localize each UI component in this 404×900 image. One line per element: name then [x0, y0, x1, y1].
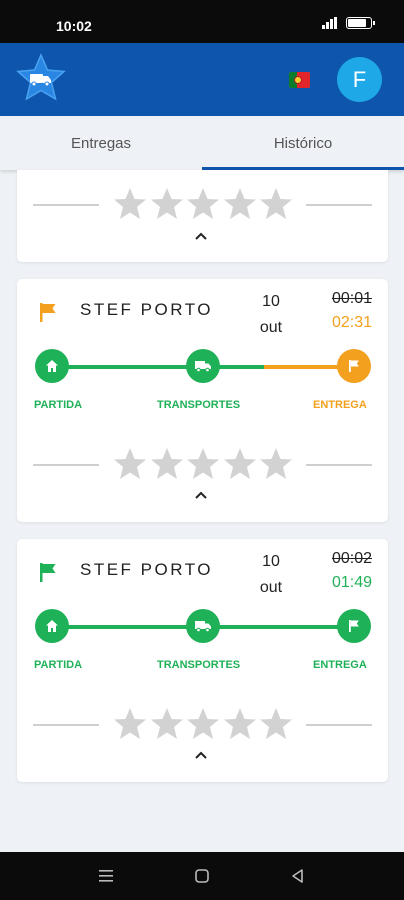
step-label-partida: PARTIDA — [34, 659, 83, 671]
step-transportes-node — [186, 349, 220, 383]
star-icon[interactable] — [186, 707, 220, 741]
rating-row — [33, 447, 372, 481]
menu-icon[interactable] — [96, 866, 116, 886]
star-icon[interactable] — [223, 707, 257, 741]
home-icon — [46, 360, 58, 372]
star-icon[interactable] — [113, 187, 147, 221]
status-time: 10:02 — [56, 18, 92, 34]
client-name: STEF PORTO — [80, 560, 214, 579]
date-month: out — [259, 579, 283, 596]
step-label-entrega: ENTREGA — [313, 659, 367, 671]
chevron-up-icon[interactable] — [192, 489, 210, 501]
delivery-date: 10 out — [249, 289, 293, 341]
system-nav-bar — [0, 852, 404, 900]
divider — [306, 724, 372, 726]
delivery-card[interactable]: STEF PORTO 10 out 00:01 02:31 PARTIDA TR… — [17, 279, 388, 522]
truck-icon — [195, 361, 211, 373]
flag-icon — [349, 620, 359, 632]
chevron-up-icon[interactable] — [192, 749, 210, 761]
step-partida-node — [35, 349, 69, 383]
progress-segment — [52, 365, 204, 369]
step-entrega-node — [337, 349, 371, 383]
star-icon[interactable] — [113, 707, 147, 741]
home-square-icon[interactable] — [192, 866, 212, 886]
flag-icon — [349, 360, 359, 372]
date-day: 10 — [262, 293, 280, 310]
divider — [33, 204, 99, 206]
star-icon[interactable] — [223, 187, 257, 221]
star-rating[interactable] — [113, 187, 293, 221]
step-label-transportes: TRANSPORTES — [157, 659, 241, 671]
flag-icon — [40, 303, 56, 322]
client-name: STEF PORTO — [80, 300, 214, 319]
progress-track — [35, 609, 371, 645]
step-entrega-node — [337, 609, 371, 643]
star-icon[interactable] — [150, 707, 184, 741]
delivery-card[interactable]: STEF PORTO 10 out 00:02 01:49 PARTIDA TR… — [17, 539, 388, 782]
scheduled-time: 00:02 — [331, 550, 372, 567]
flag-icon — [40, 563, 56, 582]
divider — [33, 724, 99, 726]
truck-icon — [195, 621, 211, 633]
status-icons — [322, 17, 375, 29]
tab-historico[interactable]: Histórico — [202, 116, 404, 170]
star-icon[interactable] — [259, 707, 293, 741]
star-icon[interactable] — [150, 187, 184, 221]
back-triangle-icon[interactable] — [288, 866, 308, 886]
step-label-partida: PARTIDA — [34, 399, 83, 411]
step-label-transportes: TRANSPORTES — [157, 399, 241, 411]
app-header: F — [0, 43, 404, 116]
status-bar: 10:02 — [0, 0, 404, 43]
tab-bar: Entregas Histórico — [0, 116, 404, 170]
date-day: 10 — [262, 553, 280, 570]
delivery-date: 10 out — [249, 549, 293, 601]
actual-time: 02:31 — [331, 314, 372, 331]
divider — [306, 204, 372, 206]
portugal-flag-icon[interactable] — [289, 72, 310, 88]
progress-segment — [204, 365, 354, 369]
step-transportes-node — [186, 609, 220, 643]
tab-entregas[interactable]: Entregas — [0, 116, 202, 170]
signal-icon — [322, 17, 340, 29]
chevron-up-icon[interactable] — [192, 230, 210, 242]
rating-row — [33, 187, 372, 221]
scheduled-time: 00:01 — [331, 290, 372, 307]
actual-time: 01:49 — [331, 574, 372, 591]
progress-track — [35, 349, 371, 385]
star-rating[interactable] — [113, 447, 293, 481]
star-icon[interactable] — [223, 447, 257, 481]
delivery-card — [17, 170, 388, 262]
step-label-entrega: ENTREGA — [313, 399, 367, 411]
date-month: out — [259, 319, 283, 336]
star-icon[interactable] — [186, 447, 220, 481]
avatar[interactable]: F — [337, 57, 382, 102]
star-truck-logo[interactable] — [16, 53, 66, 103]
battery-icon — [346, 17, 375, 29]
star-rating[interactable] — [113, 707, 293, 741]
step-partida-node — [35, 609, 69, 643]
home-icon — [46, 620, 58, 632]
star-icon[interactable] — [259, 187, 293, 221]
star-icon[interactable] — [113, 447, 147, 481]
divider — [306, 464, 372, 466]
star-icon[interactable] — [259, 447, 293, 481]
rating-row — [33, 707, 372, 741]
star-icon[interactable] — [150, 447, 184, 481]
star-icon[interactable] — [186, 187, 220, 221]
divider — [33, 464, 99, 466]
